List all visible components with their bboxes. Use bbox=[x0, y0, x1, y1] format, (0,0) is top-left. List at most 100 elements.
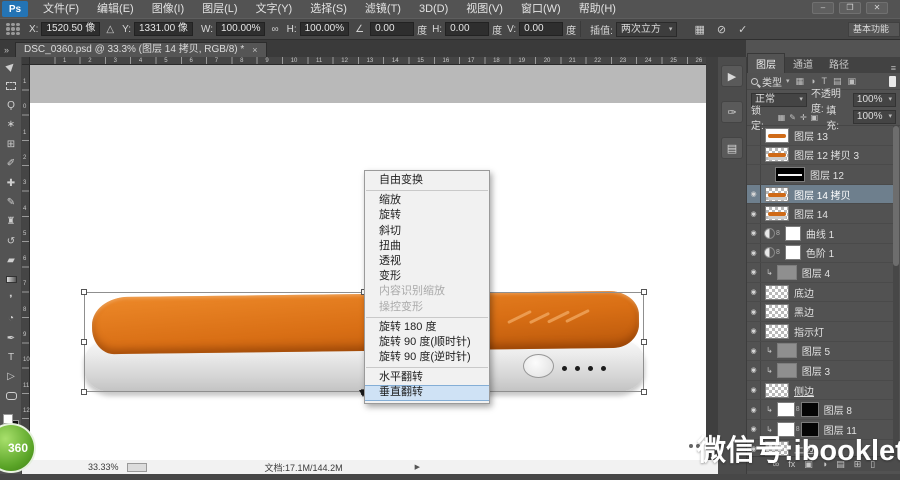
x-input[interactable]: 1520.50 像 bbox=[41, 22, 100, 36]
commit-transform-icon[interactable]: ✓ bbox=[738, 23, 747, 36]
restore-button[interactable]: ❐ bbox=[839, 2, 861, 14]
visibility-eye-icon[interactable]: ◉ bbox=[747, 224, 761, 243]
menu-item-6[interactable]: 滤镜(T) bbox=[356, 0, 410, 18]
context-menu-item-4[interactable]: 斜切 bbox=[365, 224, 489, 239]
width-input[interactable]: 100.00% bbox=[216, 22, 265, 36]
visibility-eye-icon[interactable]: ◉ bbox=[747, 302, 761, 321]
height-input[interactable]: 100.00% bbox=[300, 22, 349, 36]
context-menu-item-0[interactable]: 自由变换 bbox=[365, 173, 489, 188]
dodge-tool[interactable]: ◔ bbox=[0, 309, 22, 328]
layer-row-11[interactable]: ◉↳图层 5 bbox=[747, 342, 894, 362]
y-input[interactable]: 1331.00 像 bbox=[134, 22, 193, 36]
warp-mode-icon[interactable]: ▦ bbox=[694, 23, 704, 36]
tab-overflow-icon[interactable]: » bbox=[0, 45, 15, 57]
document-tab[interactable]: DSC_0360.psd @ 33.3% (图层 14 拷贝, RGB/8) *… bbox=[15, 42, 267, 57]
lock-icon-0[interactable]: ▦ bbox=[778, 113, 786, 122]
context-menu-item-16[interactable]: 垂直翻转 bbox=[365, 385, 489, 400]
context-menu-item-5[interactable]: 扭曲 bbox=[365, 239, 489, 254]
workspace-switcher[interactable]: 基本功能 bbox=[848, 22, 900, 37]
reference-point-icon[interactable] bbox=[6, 23, 20, 35]
eraser-tool[interactable]: ▰ bbox=[0, 251, 22, 270]
lasso-tool[interactable]: Ϙ bbox=[0, 96, 22, 115]
maintain-aspect-icon[interactable]: ∞ bbox=[271, 24, 278, 35]
ruler-origin[interactable] bbox=[22, 57, 30, 65]
transform-handle[interactable] bbox=[81, 289, 87, 295]
blur-tool[interactable]: ❜ bbox=[0, 290, 22, 309]
transform-handle[interactable] bbox=[81, 339, 87, 345]
layer-row-4[interactable]: ◉图层 14 bbox=[747, 204, 894, 224]
opacity-input[interactable]: 100% ▾ bbox=[853, 93, 896, 107]
visibility-eye-icon[interactable]: ◉ bbox=[747, 381, 761, 400]
menu-item-0[interactable]: 文件(F) bbox=[34, 0, 88, 18]
context-menu-item-12[interactable]: 旋转 90 度(顺时针) bbox=[365, 335, 489, 350]
visibility-eye-icon[interactable]: ◉ bbox=[747, 204, 761, 223]
tab-paths[interactable]: 路径 bbox=[821, 54, 857, 73]
eyedropper-tool[interactable]: ✐ bbox=[0, 154, 22, 173]
close-button[interactable]: ✕ bbox=[866, 2, 888, 14]
layer-row-12[interactable]: ◉↳图层 3 bbox=[747, 361, 894, 381]
menu-item-10[interactable]: 帮助(H) bbox=[570, 0, 625, 18]
layer-row-2[interactable]: 图层 12 bbox=[747, 165, 894, 185]
lock-icon-2[interactable]: ✛ bbox=[800, 113, 807, 122]
transform-handle[interactable] bbox=[641, 339, 647, 345]
interpolation-select[interactable]: 两次立方 ▾ bbox=[616, 22, 678, 37]
canvas-scrollbar[interactable] bbox=[706, 57, 718, 474]
menu-item-1[interactable]: 编辑(E) bbox=[88, 0, 143, 18]
menu-item-7[interactable]: 3D(D) bbox=[410, 0, 457, 18]
move-tool[interactable]: ▶ bbox=[0, 57, 22, 76]
brush-tool[interactable]: ✎ bbox=[0, 193, 22, 212]
context-menu-item-15[interactable]: 水平翻转 bbox=[365, 370, 489, 385]
gradient-tool[interactable] bbox=[0, 270, 22, 289]
menu-item-5[interactable]: 选择(S) bbox=[301, 0, 356, 18]
layer-row-9[interactable]: ◉黑边 bbox=[747, 302, 894, 322]
context-menu-item-3[interactable]: 旋转 bbox=[365, 208, 489, 223]
angle-input[interactable]: 0.00 bbox=[370, 22, 414, 36]
marquee-tool[interactable] bbox=[0, 76, 22, 95]
tab-layers[interactable]: 图层 bbox=[747, 53, 785, 73]
layer-row-5[interactable]: ◉8曲线 1 bbox=[747, 224, 894, 244]
visibility-eye-icon[interactable]: ◉ bbox=[747, 263, 761, 282]
skew-h-input[interactable]: 0.00 bbox=[445, 22, 489, 36]
minimize-button[interactable]: – bbox=[812, 2, 834, 14]
layer-row-13[interactable]: ◉侧边 bbox=[747, 381, 894, 401]
layer-row-8[interactable]: ◉底边 bbox=[747, 283, 894, 303]
visibility-eye-icon[interactable]: ◉ bbox=[747, 400, 761, 419]
lock-icon-1[interactable]: ✎ bbox=[789, 113, 796, 122]
pen-tool[interactable]: ✒ bbox=[0, 328, 22, 347]
layer-row-10[interactable]: ◉指示灯 bbox=[747, 322, 894, 342]
skew-v-input[interactable]: 0.00 bbox=[519, 22, 563, 36]
status-popup-icon[interactable]: ▶ bbox=[415, 463, 420, 471]
transform-handle[interactable] bbox=[81, 389, 87, 395]
status-options-box[interactable] bbox=[127, 463, 147, 472]
visibility-eye-icon[interactable]: ◉ bbox=[747, 244, 761, 263]
panel-menu-icon[interactable]: ≡ bbox=[891, 63, 896, 73]
visibility-eye-icon[interactable]: ◉ bbox=[747, 361, 761, 380]
clone-stamp-tool[interactable]: ♜ bbox=[0, 212, 22, 231]
relative-position-icon[interactable]: △ bbox=[106, 24, 114, 35]
transform-handle[interactable] bbox=[641, 389, 647, 395]
menu-item-8[interactable]: 视图(V) bbox=[457, 0, 512, 18]
filter-switch-icon[interactable] bbox=[889, 76, 896, 87]
layers-scrollbar[interactable] bbox=[893, 126, 899, 458]
magic-wand-tool[interactable]: ∗ bbox=[0, 115, 22, 134]
transform-handle[interactable] bbox=[641, 289, 647, 295]
zoom-level-input[interactable]: 33.33% bbox=[88, 462, 119, 472]
history-brush-tool[interactable]: ↺ bbox=[0, 232, 22, 251]
lock-icon-3[interactable]: ▣ bbox=[811, 113, 819, 122]
visibility-eye-icon[interactable]: ◉ bbox=[747, 322, 761, 341]
visibility-eye-icon[interactable]: ◉ bbox=[747, 185, 761, 204]
visibility-empty-well[interactable] bbox=[747, 165, 761, 184]
menu-item-2[interactable]: 图像(I) bbox=[143, 0, 193, 18]
context-menu-item-2[interactable]: 缩放 bbox=[365, 193, 489, 208]
actions-panel-icon[interactable]: ▶ bbox=[721, 65, 743, 87]
filter-icon-0[interactable]: ▦ bbox=[796, 76, 805, 87]
context-menu-item-13[interactable]: 旋转 90 度(逆时针) bbox=[365, 350, 489, 365]
type-tool[interactable]: T bbox=[0, 348, 22, 367]
healing-brush-tool[interactable]: ✚ bbox=[0, 173, 22, 192]
layer-row-0[interactable]: 图层 13 bbox=[747, 126, 894, 146]
layer-row-3[interactable]: ◉图层 14 拷贝 bbox=[747, 185, 894, 205]
shape-tool[interactable] bbox=[0, 387, 22, 406]
menu-item-4[interactable]: 文字(Y) bbox=[247, 0, 302, 18]
visibility-empty-well[interactable] bbox=[747, 126, 761, 145]
context-menu-item-6[interactable]: 透视 bbox=[365, 254, 489, 269]
